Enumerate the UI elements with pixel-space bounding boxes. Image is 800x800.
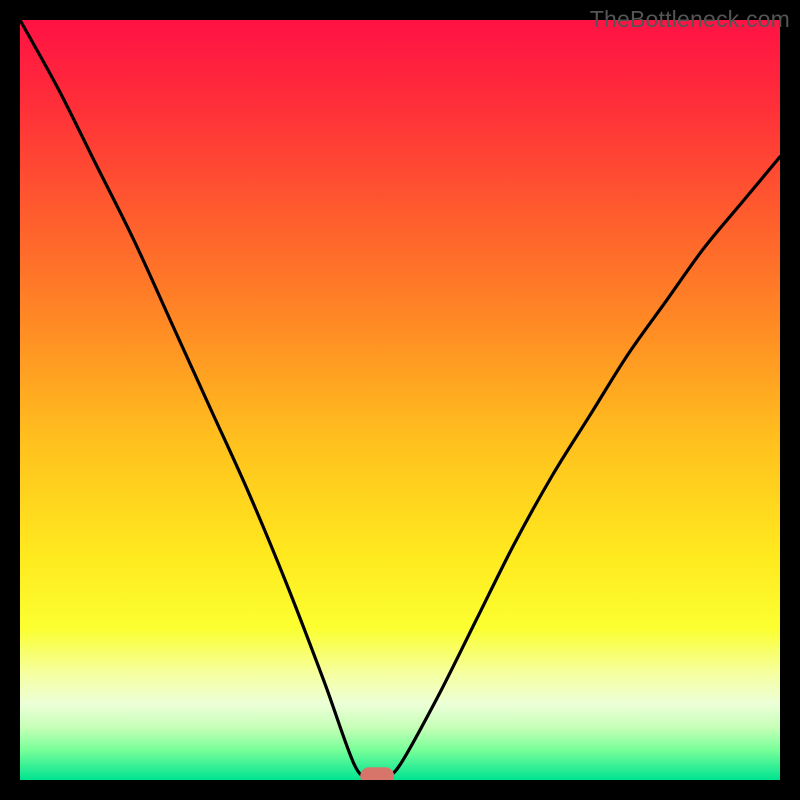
plot-area [20,20,780,780]
optimal-marker [360,767,394,780]
gradient-background [20,20,780,780]
chart-svg [20,20,780,780]
bottleneck-chart: TheBottleneck.com [0,0,800,800]
watermark-text: TheBottleneck.com [590,6,790,33]
